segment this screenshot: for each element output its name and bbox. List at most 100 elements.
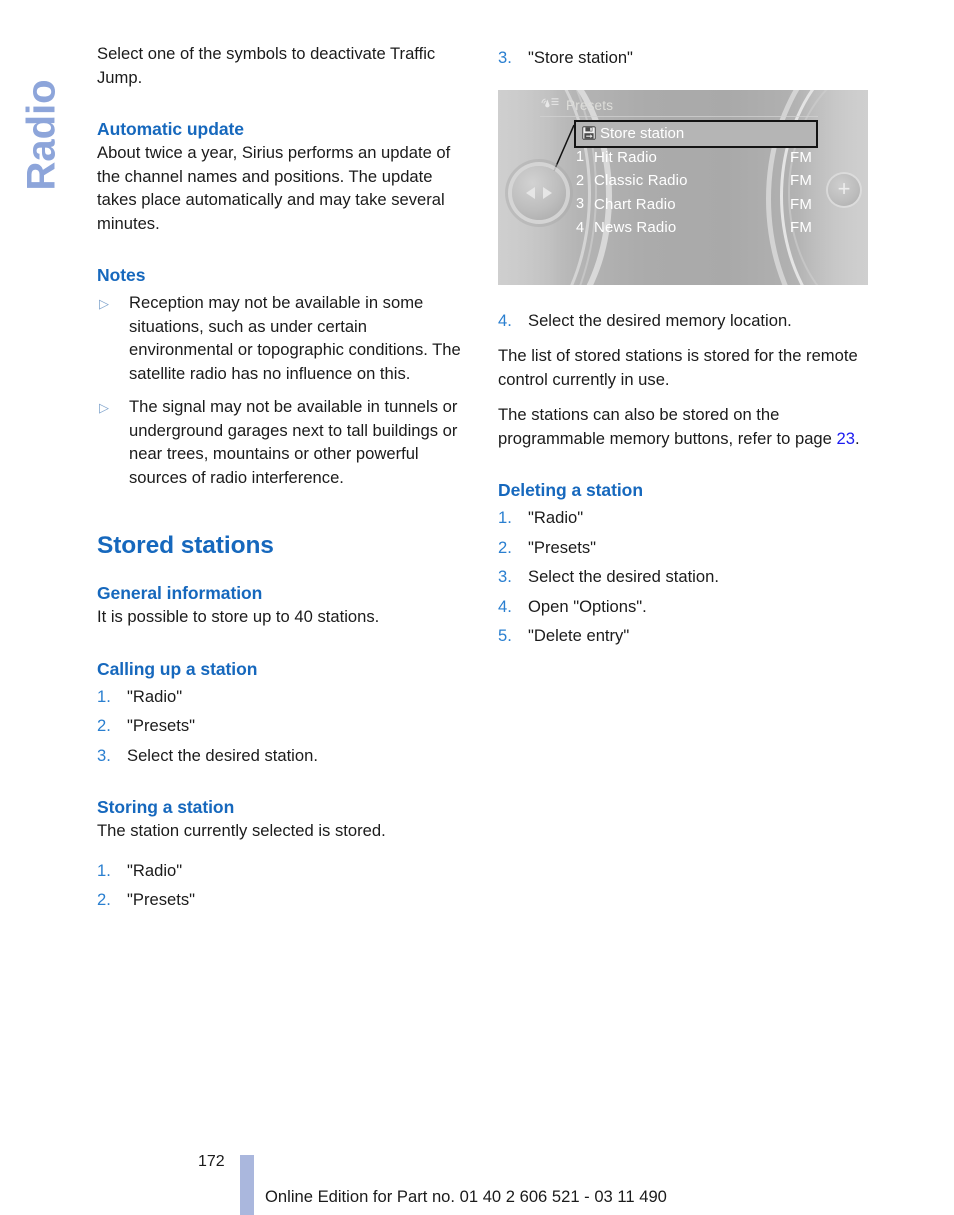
list-item: 3. Select the desired station. — [97, 744, 469, 768]
remote-control-paragraph: The list of stored stations is stored fo… — [498, 346, 858, 389]
list-item: 1. "Radio" — [498, 506, 870, 530]
step-text: "Presets" — [127, 890, 196, 909]
preset-number: 1 — [576, 149, 585, 166]
header-divider — [540, 115, 818, 117]
preset-number: 3 — [576, 196, 585, 213]
triangle-bullet-icon: ▷ — [99, 296, 109, 311]
step-text: Open "Options". — [528, 596, 647, 616]
step-marker: 1. — [498, 508, 512, 527]
note-text: Reception may not be available in some s… — [129, 293, 461, 383]
save-icon — [582, 125, 596, 140]
heading-automatic-update: Automatic update — [97, 119, 244, 139]
step-text: "Store station" — [528, 48, 633, 67]
idrive-header-title: Presets — [566, 98, 614, 113]
list-item: 2. "Presets" — [97, 714, 469, 738]
satellite-radio-icon — [540, 96, 560, 116]
chapter-tab: Radio — [0, 0, 96, 210]
heading-calling-up-a-station: Calling up a station — [97, 658, 258, 679]
step-text: "Radio" — [127, 860, 183, 880]
list-item: 4. Select the desired memory location. — [498, 309, 870, 333]
step-marker: 1. — [97, 686, 111, 706]
list-item: ▷ Reception may not be available in some… — [97, 291, 469, 385]
page-reference-link[interactable]: 23 — [837, 429, 855, 448]
heading-general-information: General information — [97, 583, 263, 603]
preset-name: Hit Radio — [594, 148, 658, 166]
memory-location-step-list: 4. Select the desired memory location. — [498, 309, 870, 333]
calling-up-steps-list: 1. "Radio" 2. "Presets" 3. Select the de… — [97, 685, 469, 768]
page-number: 172 — [198, 1153, 225, 1170]
heading-storing-a-station: Storing a station — [97, 797, 235, 817]
preset-name: News Radio — [594, 219, 677, 237]
idrive-selected-row[interactable]: Store station — [574, 119, 818, 148]
list-item: ▷ The signal may not be available in tun… — [97, 395, 469, 489]
step-text: Select the desired station. — [528, 567, 719, 586]
list-item: 2. "Presets" — [498, 536, 870, 560]
table-row[interactable]: 4 News Radio FM — [576, 216, 816, 240]
preset-band: FM — [790, 148, 812, 166]
deleting-steps-list: 1. "Radio" 2. "Presets" 3. Select the de… — [498, 506, 870, 648]
memory-buttons-paragraph: The stations can also be stored on the p… — [498, 403, 870, 450]
table-row[interactable]: 2 Classic Radio FM — [576, 169, 816, 193]
list-item: 5. "Delete entry" — [498, 624, 870, 648]
step-marker: 4. — [498, 596, 512, 616]
step-marker: 3. — [498, 48, 512, 67]
step-marker: 5. — [498, 626, 512, 645]
plus-button[interactable]: + — [828, 173, 860, 206]
footer-accent-bar — [240, 1155, 254, 1215]
right-column: 3. "Store station" Presets Store station… — [498, 42, 870, 648]
step-text: Select the desired station. — [127, 745, 318, 765]
table-row[interactable]: 1 Hit Radio FM — [576, 146, 816, 170]
step-marker: 3. — [498, 567, 512, 586]
list-item: 3. "Store station" — [498, 46, 870, 70]
preset-number: 4 — [576, 219, 585, 236]
left-column: Select one of the symbols to deactivate … — [97, 42, 469, 912]
step-text: "Presets" — [528, 537, 597, 557]
preset-band: FM — [790, 195, 812, 213]
memory-buttons-text-post: . — [854, 428, 860, 448]
footer-edition-text: Online Edition for Part no. 01 40 2 606 … — [265, 1187, 667, 1206]
preset-band: FM — [790, 172, 812, 190]
notes-list: ▷ Reception may not be available in some… — [97, 291, 469, 489]
step-text: "Radio" — [127, 686, 183, 706]
heading-notes: Notes — [97, 265, 146, 285]
idrive-selected-row-label: Store station — [600, 125, 685, 142]
note-text: The signal may not be available in tunne… — [129, 397, 458, 487]
step-text: Select the desired memory location. — [528, 310, 792, 330]
list-item: 3. Select the desired station. — [498, 565, 870, 589]
list-item: 4. Open "Options". — [498, 595, 870, 619]
step-text: "Delete entry" — [528, 626, 630, 645]
store-station-step-list: 3. "Store station" — [498, 46, 870, 70]
storing-a-station-paragraph: The station currently selected is stored… — [97, 821, 386, 840]
preset-name: Classic Radio — [594, 172, 688, 190]
heading-stored-stations: Stored stations — [97, 532, 274, 559]
step-marker: 1. — [97, 860, 111, 880]
step-text: "Presets" — [127, 716, 196, 735]
preset-number: 2 — [576, 172, 585, 189]
list-item: 1. "Radio" — [97, 685, 469, 709]
step-marker: 2. — [97, 716, 111, 735]
arrow-left-icon — [526, 186, 535, 199]
heading-deleting-a-station: Deleting a station — [498, 480, 643, 500]
general-information-paragraph: It is possible to store up to 40 station… — [97, 607, 380, 626]
table-row[interactable]: 3 Chart Radio FM — [576, 193, 816, 217]
idrive-screen-illustration: Presets Store station 1 Hit Radio FM 2 C… — [498, 89, 868, 285]
triangle-bullet-icon: ▷ — [99, 400, 109, 415]
storing-steps-list: 1. "Radio" 2. "Presets" — [97, 859, 469, 912]
arrow-right-icon — [543, 186, 552, 199]
step-marker: 4. — [498, 310, 512, 330]
preset-name: Chart Radio — [594, 195, 676, 213]
idrive-preset-list: 1 Hit Radio FM 2 Classic Radio FM 3 Char… — [576, 146, 816, 240]
intro-paragraph: Select one of the symbols to deactivate … — [97, 44, 436, 87]
automatic-update-paragraph: About twice a year, Sirius performs an u… — [97, 143, 451, 233]
step-marker: 2. — [97, 890, 111, 909]
list-item: 2. "Presets" — [97, 888, 469, 912]
chapter-tab-label: Radio — [19, 79, 64, 191]
step-marker: 3. — [97, 745, 111, 765]
idrive-controller-knob[interactable] — [512, 165, 566, 220]
step-text: "Radio" — [528, 508, 584, 527]
idrive-header: Presets — [540, 96, 613, 116]
preset-band: FM — [790, 219, 812, 237]
memory-buttons-text-pre: The stations can also be stored on the p… — [498, 405, 837, 448]
list-item: 1. "Radio" — [97, 859, 469, 883]
step-marker: 2. — [498, 537, 512, 557]
